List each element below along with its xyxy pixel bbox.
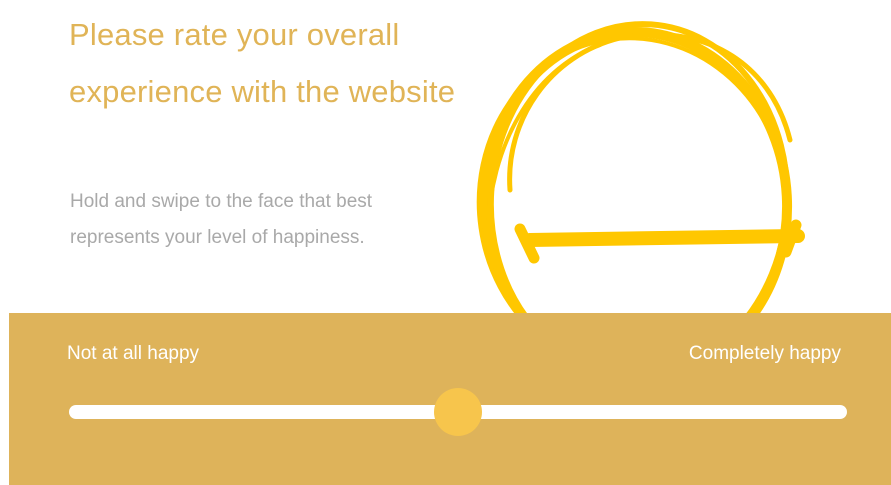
slider-thumb[interactable] (434, 388, 482, 436)
instruction-text: Hold and swipe to the face that best rep… (70, 191, 373, 248)
question-heading: Please rate your overall experience with… (69, 17, 456, 109)
neutral-face-icon (450, 0, 891, 316)
max-label: Completely happy (688, 343, 841, 364)
rating-slider-panel: Not at all happy Completely happy (9, 313, 891, 485)
slider-track[interactable] (69, 388, 847, 436)
rating-page: Please rate your overall experience with… (0, 0, 891, 485)
min-label: Not at all happy (67, 343, 200, 364)
